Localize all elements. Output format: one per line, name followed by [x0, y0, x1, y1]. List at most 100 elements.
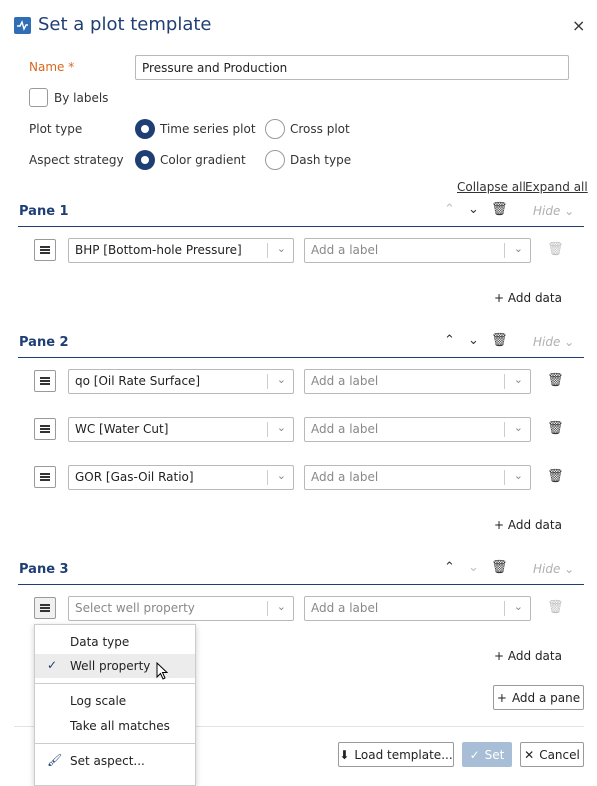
chevron-down-icon[interactable]: ⌄ — [468, 333, 479, 348]
menu-item-take-all-matches[interactable]: Take all matches — [35, 714, 195, 738]
drag-handle-icon[interactable] — [34, 466, 56, 488]
chevron-up-icon[interactable]: ⌃ — [444, 333, 455, 348]
property-select[interactable]: BHP [Bottom-hole Pressure] ⌄ — [68, 238, 294, 263]
chevron-down-icon: ⌄ — [513, 373, 523, 386]
radio-time-series-label: Time series plot — [160, 122, 256, 136]
cancel-label: Cancel — [539, 747, 580, 762]
name-label: Name * — [29, 60, 74, 74]
plus-icon: + — [494, 518, 505, 532]
chevron-down-icon: ⌄ — [276, 373, 286, 386]
chevron-down-icon: ⌄ — [276, 469, 286, 482]
add-data-label: Add data — [507, 518, 562, 532]
by-labels-checkbox[interactable] — [29, 88, 48, 107]
add-data-button[interactable]: + Add data — [494, 649, 562, 663]
property-select[interactable]: WC [Water Cut] ⌄ — [68, 417, 294, 442]
add-data-label: Add data — [507, 291, 562, 305]
add-data-label: Add data — [507, 649, 562, 663]
trash-icon[interactable]: 🗑 — [547, 469, 564, 484]
label-select[interactable]: Add a label ⌄ — [304, 596, 531, 621]
pane-1-divider — [18, 226, 584, 227]
chevron-down-icon: ⌄ — [276, 600, 286, 613]
trash-icon[interactable]: 🗑 — [491, 333, 508, 348]
radio-dash-type-label: Dash type — [290, 153, 352, 167]
name-field[interactable]: Pressure and Production — [135, 55, 569, 80]
menu-item-label: Take all matches — [70, 719, 170, 733]
label-placeholder: Add a label — [311, 374, 379, 388]
property-value: qo [Oil Rate Surface] — [75, 374, 201, 388]
cancel-button[interactable]: ✕ Cancel — [520, 742, 584, 767]
property-select[interactable]: qo [Oil Rate Surface] ⌄ — [68, 369, 294, 394]
aspect-strategy-label: Aspect strategy — [29, 153, 124, 167]
add-data-button[interactable]: + Add data — [494, 518, 562, 532]
add-data-button[interactable]: + Add data — [494, 291, 562, 305]
drag-handle-icon[interactable] — [34, 418, 56, 440]
chevron-down-icon: ⌄ — [513, 600, 523, 613]
download-icon: ⬇ — [339, 747, 350, 762]
hide-label: Hide — [533, 562, 561, 576]
radio-cross-plot[interactable] — [265, 119, 285, 139]
chevron-down-icon: ⌄ — [468, 560, 479, 575]
pane-2-hide[interactable]: Hide ⌄ — [533, 335, 574, 349]
menu-item-label: Data type — [70, 635, 130, 649]
pane-2-title: Pane 2 — [19, 335, 69, 350]
dialog-title: Set a plot template — [38, 14, 212, 35]
property-select[interactable]: GOR [Gas-Oil Ratio] ⌄ — [68, 465, 294, 490]
required-marker: * — [68, 60, 75, 74]
property-placeholder: Select well property — [75, 601, 195, 615]
name-label-text: Name — [29, 60, 65, 74]
pane-2-divider — [18, 357, 584, 358]
property-value: WC [Water Cut] — [75, 422, 169, 436]
menu-item-data-type[interactable]: Data type — [35, 630, 195, 654]
pane-3-hide[interactable]: Hide ⌄ — [533, 562, 574, 576]
label-select[interactable]: Add a label ⌄ — [304, 369, 531, 394]
drag-handle-icon[interactable] — [34, 370, 56, 392]
trash-icon[interactable]: 🗑 — [491, 560, 508, 575]
drag-handle-icon[interactable] — [34, 597, 56, 619]
radio-color-gradient-label: Color gradient — [160, 153, 246, 167]
add-pane-button[interactable]: + Add a pane — [493, 685, 584, 710]
property-value: GOR [Gas-Oil Ratio] — [75, 470, 194, 484]
drag-handle-icon[interactable] — [34, 239, 56, 261]
load-template-button[interactable]: ⬇ Load template... — [338, 742, 454, 767]
trash-icon[interactable]: 🗑 — [491, 202, 508, 217]
plot-type-label: Plot type — [29, 122, 83, 136]
close-icon[interactable]: × — [572, 16, 585, 35]
label-placeholder: Add a label — [311, 601, 379, 615]
radio-color-gradient[interactable] — [135, 150, 155, 170]
menu-separator — [35, 683, 195, 684]
chevron-down-icon[interactable]: ⌄ — [468, 202, 479, 217]
menu-item-log-scale[interactable]: Log scale — [35, 689, 195, 713]
close-icon: ✕ — [524, 747, 535, 762]
plus-icon: + — [494, 291, 505, 305]
chevron-down-icon: ⌄ — [513, 421, 523, 434]
chevron-down-icon: ⌄ — [513, 242, 523, 255]
chevron-down-icon: ⌄ — [276, 421, 286, 434]
trash-icon[interactable]: 🗑 — [547, 373, 564, 388]
chevron-down-icon: ⌄ — [276, 242, 286, 255]
brush-icon: 🖌 — [47, 753, 63, 767]
expand-all-link[interactable]: Expand all — [525, 180, 588, 194]
label-select[interactable]: Add a label ⌄ — [304, 238, 531, 263]
menu-item-label: Well property — [70, 659, 151, 673]
label-select[interactable]: Add a label ⌄ — [304, 465, 531, 490]
label-placeholder: Add a label — [311, 422, 379, 436]
pane-1-hide[interactable]: Hide ⌄ — [533, 204, 574, 218]
plus-icon: + — [496, 690, 507, 705]
chevron-down-icon: ⌄ — [513, 469, 523, 482]
by-labels-label: By labels — [54, 91, 109, 105]
chevron-up-icon[interactable]: ⌃ — [444, 560, 455, 575]
label-select[interactable]: Add a label ⌄ — [304, 417, 531, 442]
menu-item-set-aspect[interactable]: 🖌 Set aspect... — [35, 749, 195, 773]
trash-icon[interactable]: 🗑 — [547, 421, 564, 436]
collapse-all-link[interactable]: Collapse all — [457, 180, 526, 194]
set-button[interactable]: ✓ Set — [462, 742, 512, 767]
radio-time-series[interactable] — [135, 119, 155, 139]
radio-dash-type[interactable] — [265, 150, 285, 170]
menu-separator — [35, 743, 195, 744]
menu-item-well-property[interactable]: ✓ Well property — [35, 654, 195, 678]
set-label: Set — [484, 747, 505, 762]
plot-icon — [14, 17, 31, 34]
label-placeholder: Add a label — [311, 243, 379, 257]
property-select[interactable]: Select well property ⌄ — [68, 596, 294, 621]
menu-item-label: Log scale — [70, 694, 127, 708]
